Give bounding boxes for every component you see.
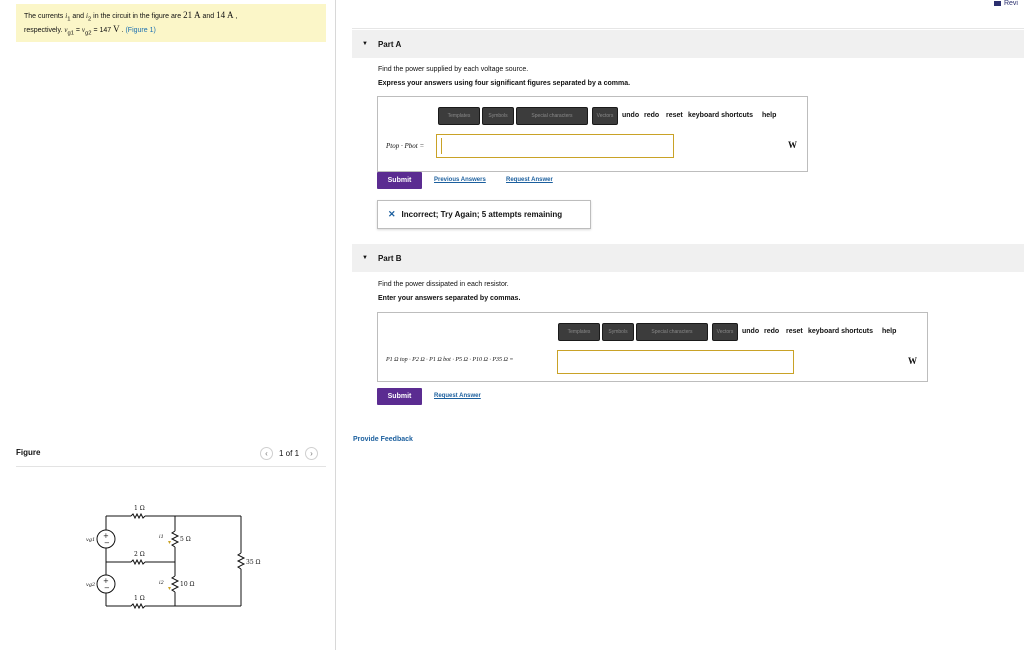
undo-button[interactable]: undo xyxy=(742,328,759,335)
i2-label: i2 xyxy=(159,580,164,586)
vg1-label: vg1 xyxy=(86,537,95,543)
previous-answers-link[interactable]: Previous Answers xyxy=(434,177,486,183)
review-icon xyxy=(993,1,1001,6)
svg-text:−: − xyxy=(104,539,110,547)
templates-button[interactable]: Templates xyxy=(558,323,600,341)
r1-top-label: 1 Ω xyxy=(134,505,145,512)
circuit-diagram: + − + − vg1 vg2 1 Ω 2 Ω 1 Ω 5 Ω 10 Ω 35 … xyxy=(86,505,261,610)
problem-statement: The currents i1 and i2 in the circuit in… xyxy=(16,4,326,42)
part-b-unit: W xyxy=(908,356,917,366)
chevron-right-icon[interactable]: › xyxy=(305,447,319,460)
figure-pager: ‹ 1 of 1 › xyxy=(260,447,319,460)
reset-button[interactable]: reset xyxy=(666,112,683,119)
part-b-answer-box: Templates Symbols Special characters Vec… xyxy=(377,312,928,382)
part-b-header[interactable]: ▼ Part B xyxy=(352,244,1024,272)
svg-text:−: − xyxy=(104,584,110,592)
r1-bottom-label: 1 Ω xyxy=(134,595,145,602)
part-b-instruction: Find the power dissipated in each resist… xyxy=(378,281,509,288)
part-a-answer-box: Templates Symbols Special characters Vec… xyxy=(377,96,808,172)
keyboard-shortcuts-button[interactable]: keyboard shortcuts xyxy=(808,328,873,335)
part-a-instruction: Find the power supplied by each voltage … xyxy=(378,66,529,73)
top-rule xyxy=(352,28,1024,29)
part-b-request-answer-link[interactable]: Request Answer xyxy=(434,393,481,399)
undo-button[interactable]: undo xyxy=(622,112,639,119)
redo-button[interactable]: redo xyxy=(764,328,779,335)
part-a-express: Express your answers using four signific… xyxy=(378,80,631,87)
reset-button[interactable]: reset xyxy=(786,328,803,335)
close-x-icon: ✕ xyxy=(388,209,396,219)
figure-title: Figure xyxy=(16,448,41,457)
redo-button[interactable]: redo xyxy=(644,112,659,119)
part-a-submit-button[interactable]: Submit xyxy=(377,172,422,189)
i1-arrow-icon xyxy=(168,541,171,544)
part-a-equation-label: Ptop · Pbot = xyxy=(386,142,425,150)
provide-feedback-link[interactable]: Provide Feedback xyxy=(353,436,413,443)
part-b-submit-button[interactable]: Submit xyxy=(377,388,422,405)
r10-label: 10 Ω xyxy=(180,581,195,588)
incorrect-feedback: ✕ Incorrect; Try Again; 5 attempts remai… xyxy=(377,200,591,229)
part-a-header[interactable]: ▼ Part A xyxy=(352,30,1024,58)
symbols-button[interactable]: Symbols xyxy=(602,323,634,341)
text-caret xyxy=(441,138,442,154)
collapse-triangle-icon: ▼ xyxy=(362,255,368,261)
review-link[interactable]: Revi xyxy=(993,0,1018,7)
r5-label: 5 Ω xyxy=(180,536,191,543)
collapse-triangle-icon: ▼ xyxy=(362,41,368,47)
panel-divider xyxy=(335,0,336,650)
part-a-answer-input[interactable] xyxy=(436,134,674,158)
vectors-button[interactable]: Vectors xyxy=(592,107,618,125)
chevron-left-icon[interactable]: ‹ xyxy=(260,447,273,460)
r35-label: 35 Ω xyxy=(246,559,261,566)
part-b-express: Enter your answers separated by commas. xyxy=(378,295,521,302)
help-button[interactable]: help xyxy=(762,112,776,119)
templates-button[interactable]: Templates xyxy=(438,107,480,125)
special-characters-button[interactable]: Special characters xyxy=(516,107,588,125)
vg2-label: vg2 xyxy=(86,582,95,588)
figure-separator xyxy=(16,466,326,467)
figure-link[interactable]: (Figure 1) xyxy=(125,27,155,34)
figure-page-count: 1 of 1 xyxy=(279,449,300,458)
symbols-button[interactable]: Symbols xyxy=(482,107,514,125)
vectors-button[interactable]: Vectors xyxy=(712,323,738,341)
part-a-unit: W xyxy=(788,140,797,150)
keyboard-shortcuts-button[interactable]: keyboard shortcuts xyxy=(688,112,753,119)
part-b-answer-input[interactable] xyxy=(557,350,794,374)
help-button[interactable]: help xyxy=(882,328,896,335)
special-characters-button[interactable]: Special characters xyxy=(636,323,708,341)
part-a-request-answer-link[interactable]: Request Answer xyxy=(506,177,553,183)
i1-label: i1 xyxy=(159,534,164,540)
part-b-equation-label: P1 Ω top · P2 Ω · P1 Ω bot · P5 Ω · P10 … xyxy=(386,357,514,363)
i2-arrow-icon xyxy=(168,587,171,590)
r2-label: 2 Ω xyxy=(134,551,145,558)
